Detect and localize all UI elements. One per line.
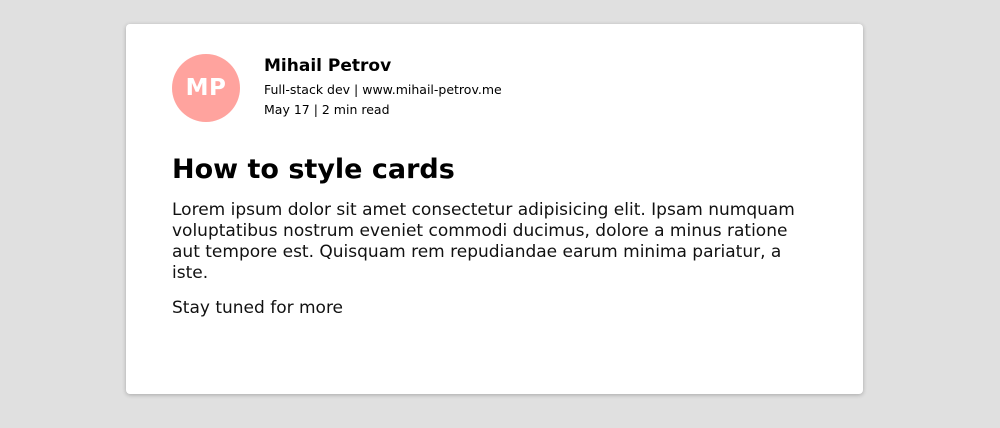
avatar-initials: MP <box>185 75 227 101</box>
post-footer: Stay tuned for more <box>172 298 344 318</box>
post-body: Lorem ipsum dolor sit amet consectetur a… <box>172 200 795 283</box>
avatar: MP <box>172 54 240 122</box>
post-title: How to style cards <box>172 154 455 185</box>
post-card: MP Mihail Petrov Full-stack dev | www.mi… <box>126 24 863 394</box>
author-info: Mihail Petrov Full-stack dev | www.mihai… <box>264 56 502 120</box>
author-header: MP Mihail Petrov Full-stack dev | www.mi… <box>172 54 817 122</box>
author-role: Full-stack dev | www.mihail-petrov.me <box>264 82 502 97</box>
author-name: Mihail Petrov <box>264 56 392 76</box>
post-meta: May 17 | 2 min read <box>264 102 390 117</box>
